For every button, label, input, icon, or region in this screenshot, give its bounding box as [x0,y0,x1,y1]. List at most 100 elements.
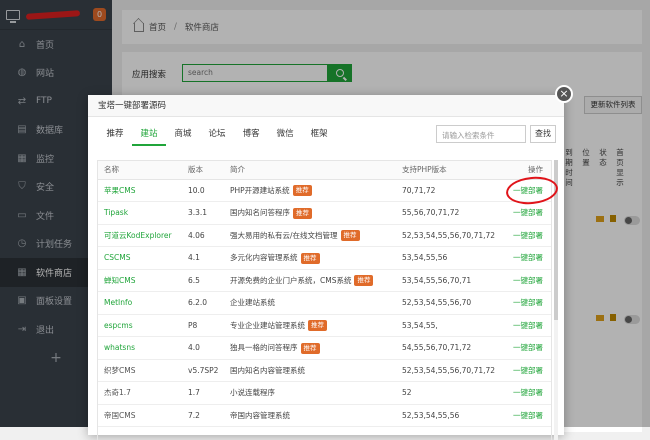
row-php: 52,53,54,55,56 [396,404,500,427]
row-php: 53,54,55, [396,314,500,337]
modal-tabs: 推荐 建站 商城 论坛 博客 微信 框架 [98,122,336,146]
row-intro-text: 强大易用的私有云/在线文档管理 [230,230,338,240]
table-row: 帝国CMS 7.2 帝国内容管理系统 52,53,54,55,56 一键部署 [98,404,551,427]
col-name: 名称 [98,161,182,180]
row-version: 3.3.1 [182,201,224,225]
row-intro-text: 国内知名内容管理系统 [230,365,305,375]
row-php: 52 [396,381,500,405]
table-row: CSCMS 4.1 多元化内容管理系统 推荐 53,54,55,56 一键部署 [98,246,551,270]
row-version: 1.7 [182,381,224,405]
deploy-button[interactable]: 一键部署 [513,298,543,307]
recommend-badge: 推荐 [340,230,360,241]
row-intro: 帝国内容管理系统 [224,404,396,427]
row-intro: 小说连载程序 [224,381,396,405]
table-scrollbar[interactable] [554,160,558,440]
deploy-button[interactable]: 一键部署 [513,366,543,375]
row-intro-text: 小说连载程序 [230,388,275,398]
row-name: Tipask [98,201,182,225]
row-name: 蝉知CMS [98,269,182,292]
row-intro-text: 国内知名问答程序 [230,208,290,217]
row-intro: 强大易用的私有云/在线文档管理 推荐 [224,224,396,247]
row-version: v5.7SP2 [182,359,224,382]
row-name: whatsns [98,336,182,360]
row-action: 一键部署 [500,336,551,360]
row-version: 4.0 [182,336,224,360]
row-intro: 国内知名问答程序 推荐 [224,201,396,225]
source-table: 名称 版本 简介 支持PHP版本 操作 苹果CMS 10.0 PHP开源建站系统 推荐… [97,160,552,440]
recommend-badge: 推荐 [293,207,312,219]
table-row: 可道云KodExplorer 4.06 强大易用的私有云/在线文档管理 推荐 52,53… [98,224,551,247]
modal-search-input[interactable]: 请输入检索条件 [436,125,526,143]
row-name: 织梦CMS [98,359,182,382]
row-intro-text: 多元化内容管理系统 [230,253,298,262]
row-php: 52,53,54,55,56,70,71,72 [396,224,500,247]
row-php: 53,54,55,56 [396,246,500,270]
deploy-button[interactable]: 一键部署 [513,231,543,240]
row-php: 55,56,70,71,72 [396,201,500,225]
row-intro-text: 独具一格的问答程序 [230,343,298,352]
row-php: 54,55,56,70,71,72 [396,336,500,360]
row-intro: 专业企业建站管理系统 推荐 [224,314,396,337]
row-intro-text: PHP开源建站系统 [230,185,290,195]
row-action: 一键部署 [500,314,551,337]
row-action: 一键部署 [500,359,551,382]
tab-6[interactable]: 框架 [302,122,336,146]
row-name: MetInfo [98,291,182,315]
row-php: 52,53,54,55,56,70,71,72 [396,359,500,382]
row-php: 52,53,54,55,56,70 [396,291,500,315]
tab-3[interactable]: 论坛 [200,122,234,146]
deploy-button[interactable]: 一键部署 [513,388,543,397]
col-action: 操作 [500,161,551,180]
deploy-button[interactable]: 一键部署 [513,276,543,285]
row-intro: 开源免费的企业门户系统，CMS系统 推荐 [224,269,396,292]
row-action: 一键部署 [500,224,551,247]
deploy-modal: 宝塔一键部署源码 推荐 建站 商城 论坛 博客 微信 框架 请输入检索条件 查找 名称 版本… [88,95,564,440]
tab-1[interactable]: 建站 [132,122,167,146]
close-icon[interactable]: × [555,85,573,103]
row-intro-text: 企业建站系统 [230,298,275,308]
row-php: 53,54,55,56,70,71 [396,269,500,292]
modal-title: 宝塔一键部署源码 [88,95,564,117]
row-name: 杰奇1.7 [98,381,182,405]
row-intro: 多元化内容管理系统 推荐 [224,246,396,270]
row-name: 可道云KodExplorer [98,224,182,247]
row-version: 7.2 [182,404,224,427]
row-intro: PHP开源建站系统 推荐 [224,179,396,202]
table-row: 苹果CMS 10.0 PHP开源建站系统 推荐 70,71,72 一键部署 [98,179,551,202]
row-intro: 企业建站系统 [224,291,396,315]
deploy-button[interactable]: 一键部署 [513,321,543,330]
col-intro: 简介 [224,161,396,180]
row-version: 4.06 [182,224,224,247]
row-php: 70,71,72 [396,179,500,202]
row-action: 一键部署 [500,246,551,270]
recommend-badge: 推荐 [300,342,320,354]
row-version: 4.1 [182,246,224,270]
deploy-button[interactable]: 一键部署 [513,411,543,420]
row-action: 一键部署 [500,381,551,405]
deploy-button[interactable]: 一键部署 [513,208,543,217]
row-intro-text: 帝国内容管理系统 [230,410,290,420]
row-action: 一键部署 [500,201,551,225]
row-intro-text: 开源免费的企业门户系统，CMS系统 [230,275,352,285]
table-row: MetInfo 6.2.0 企业建站系统 52,53,54,55,56,70 一键部署 [98,291,551,315]
table-row: 织梦CMS v5.7SP2 国内知名内容管理系统 52,53,54,55,56,70,… [98,359,551,382]
table-row: Tipask 3.3.1 国内知名问答程序 推荐 55,56,70,71,72 一键部署 [98,201,551,225]
tab-0[interactable]: 推荐 [98,122,132,146]
deploy-button[interactable]: 一键部署 [513,343,543,352]
tab-4[interactable]: 博客 [234,122,268,146]
deploy-button[interactable]: 一键部署 [513,253,543,262]
tab-2[interactable]: 商城 [166,122,200,146]
col-version: 版本 [182,161,224,180]
row-version: 10.0 [182,179,224,202]
row-name: 苹果CMS [98,179,182,202]
table-row: 蝉知CMS 6.5 开源免费的企业门户系统，CMS系统 推荐 53,54,55,56,7… [98,269,551,292]
table-row: whatsns 4.0 独具一格的问答程序 推荐 54,55,56,70,71,72 一键… [98,336,551,360]
row-action: 一键部署 [500,404,551,427]
row-name: espcms [98,314,182,337]
row-action: 一键部署 [500,291,551,315]
modal-search-button[interactable]: 查找 [530,125,556,143]
row-intro: 独具一格的问答程序 推荐 [224,336,396,360]
row-version: P8 [182,314,224,337]
tab-5[interactable]: 微信 [268,122,302,146]
recommend-badge: 推荐 [300,252,320,264]
